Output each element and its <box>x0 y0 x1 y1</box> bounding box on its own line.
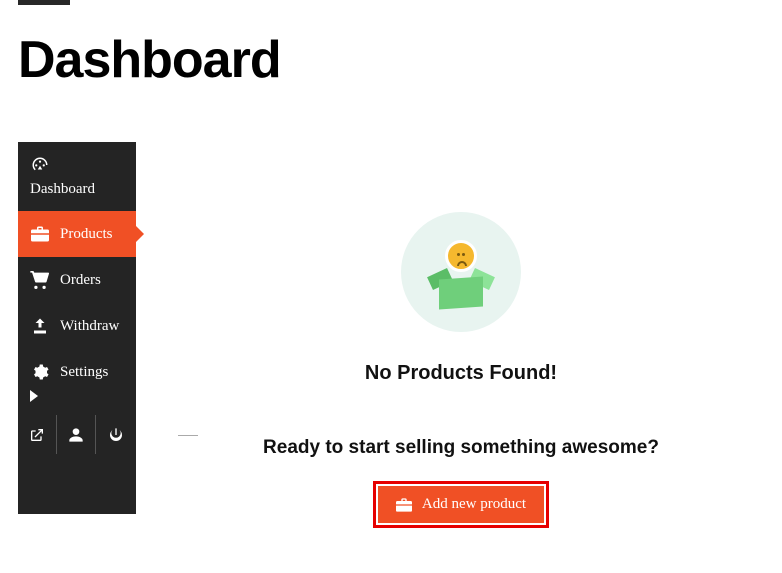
sidebar-item-label: Settings <box>60 364 108 381</box>
sidebar-item-dashboard[interactable]: Dashboard <box>18 142 136 211</box>
sidebar-item-withdraw[interactable]: Withdraw <box>18 303 136 349</box>
add-product-highlight: Add new product <box>373 481 549 528</box>
briefcase-icon <box>30 224 50 244</box>
external-link-icon <box>29 427 45 443</box>
sidebar-item-label: Dashboard <box>30 181 95 198</box>
sad-face-icon <box>445 240 477 272</box>
sidebar-item-settings[interactable]: Settings <box>18 349 136 415</box>
cart-icon <box>30 270 50 290</box>
sidebar-item-label: Products <box>60 226 113 243</box>
sidebar: Dashboard Products Orders Withdraw Setti… <box>18 142 136 514</box>
add-product-label: Add new product <box>422 496 526 513</box>
user-button[interactable] <box>57 415 96 454</box>
power-button[interactable] <box>96 415 135 454</box>
title-bar-accent <box>18 0 70 5</box>
sidebar-item-label: Withdraw <box>60 318 119 335</box>
empty-state-illustration <box>401 212 521 332</box>
sidebar-filler <box>18 454 136 514</box>
sidebar-footer <box>18 415 136 454</box>
sidebar-item-label: Orders <box>60 272 101 289</box>
add-new-product-button[interactable]: Add new product <box>378 486 544 523</box>
dashboard-icon <box>30 155 50 175</box>
page-title: Dashboard <box>18 30 281 90</box>
sidebar-item-products[interactable]: Products <box>18 211 136 257</box>
power-icon <box>108 427 124 443</box>
briefcase-icon <box>396 498 412 512</box>
user-icon <box>68 427 84 443</box>
main-content: No Products Found! Ready to start sellin… <box>160 142 762 528</box>
chevron-right-icon <box>30 390 38 402</box>
empty-state-heading: No Products Found! <box>160 362 762 385</box>
external-link-button[interactable] <box>18 415 57 454</box>
gear-icon <box>30 362 50 382</box>
upload-icon <box>30 316 50 336</box>
box-illustration <box>431 268 491 308</box>
empty-state-subtext: Ready to start selling something awesome… <box>160 437 762 459</box>
sidebar-item-orders[interactable]: Orders <box>18 257 136 303</box>
